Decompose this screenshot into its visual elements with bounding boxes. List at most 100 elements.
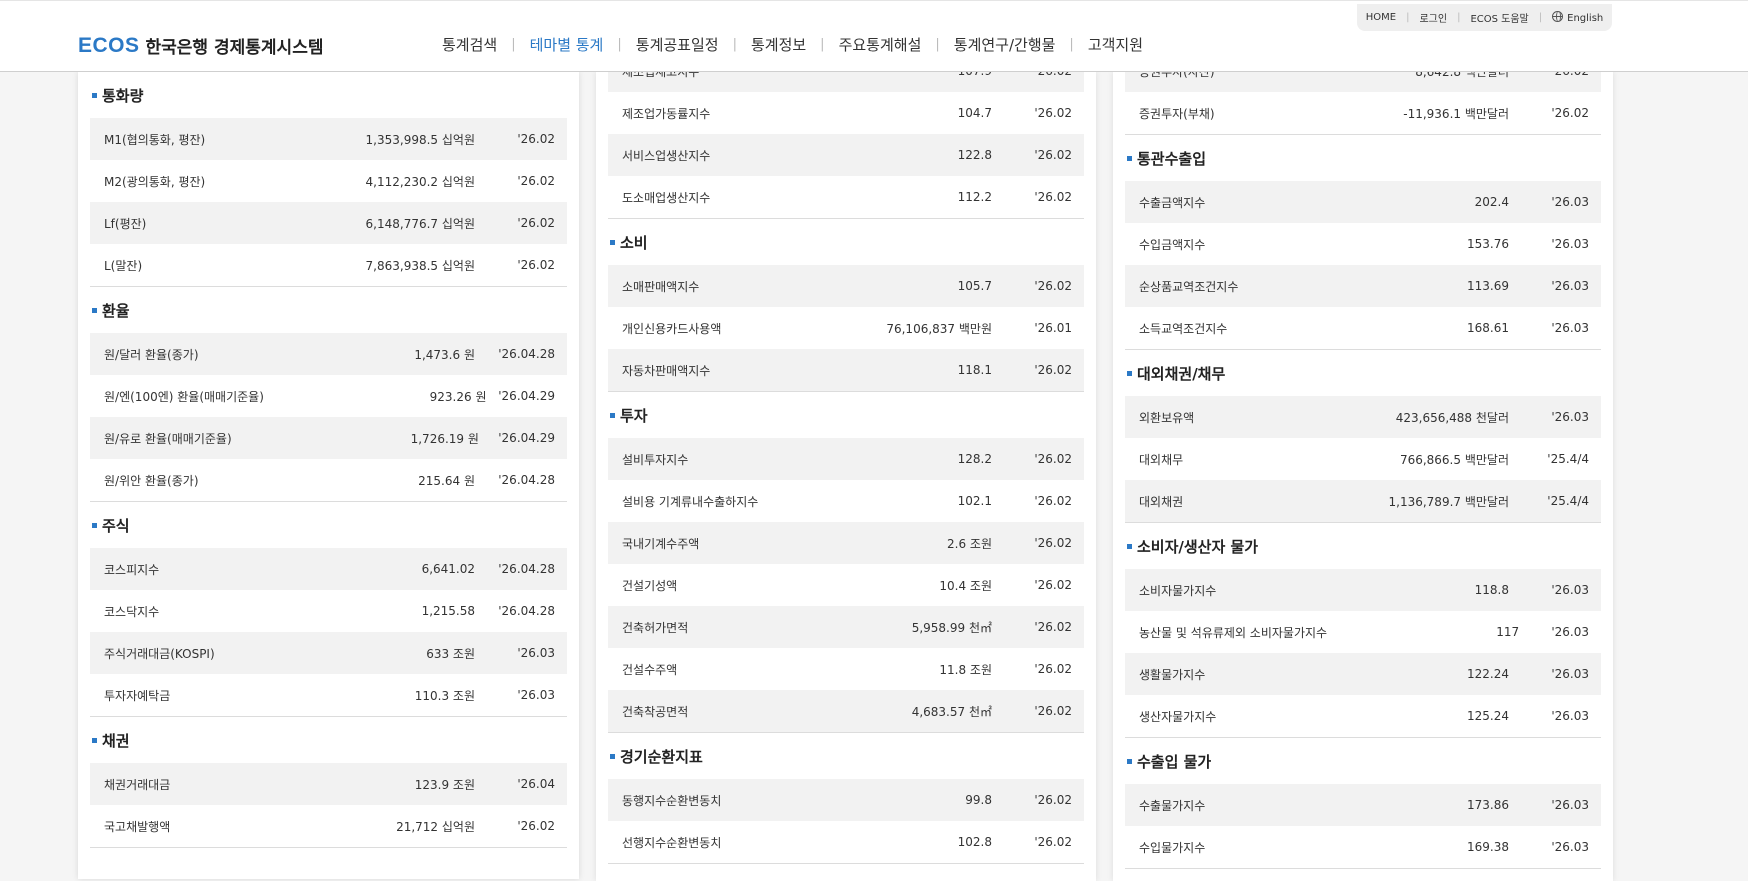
stat-section: 수출입 물가 수출물가지수 173.86 '26.03 수입물가지수 169.38 '26.… <box>1125 738 1601 869</box>
nav-item-theme-stats[interactable]: 테마별 통계 <box>530 34 604 55</box>
stat-date: '25.4/4 <box>1547 452 1589 466</box>
stat-name: 소득교역조건지수 <box>1139 321 1228 336</box>
stat-row[interactable]: 원/위안 환율(종가) 215.64 원 '26.04.28 <box>90 459 567 501</box>
stat-row[interactable]: 건축허가면적 5,958.99 천㎡ '26.02 <box>608 606 1084 648</box>
section-title: 채권 <box>90 717 567 763</box>
stat-row[interactable]: 자동차판매액지수 118.1 '26.02 <box>608 349 1084 391</box>
stat-row[interactable]: 수출금액지수 202.4 '26.03 <box>1125 181 1601 223</box>
stat-row[interactable]: 채권거래대금 123.9 조원 '26.04 <box>90 763 567 805</box>
stat-name: 농산물 및 석유류제외 소비자물가지수 <box>1139 625 1328 640</box>
section-title: 경기순환지표 <box>608 733 1084 779</box>
stat-row[interactable]: 수입금액지수 153.76 '26.03 <box>1125 223 1601 265</box>
stat-name: 원/엔(100엔) 환율(매매기준율) <box>104 389 264 404</box>
stat-row[interactable]: M2(광의통화, 평잔) 4,112,230.2 십억원 '26.02 <box>90 160 567 202</box>
stat-name: 설비용 기계류내수출하지수 <box>622 494 759 509</box>
nav-item-search[interactable]: 통계검색 <box>442 34 497 55</box>
stat-row[interactable]: 투자자예탁금 110.3 조원 '26.03 <box>90 674 567 716</box>
stat-date: '26.02 <box>517 258 555 272</box>
stat-row[interactable]: 외환보유액 423,656,488 천달러 '26.03 <box>1125 396 1601 438</box>
nav-item-research[interactable]: 통계연구/간행물 <box>954 34 1056 55</box>
stat-row[interactable]: 건설기성액 10.4 조원 '26.02 <box>608 564 1084 606</box>
stat-date: '26.02 <box>1034 835 1072 849</box>
nav-divider: | <box>1069 37 1074 52</box>
section-title-text: 통관수출입 <box>1137 149 1207 168</box>
stat-value: 122.8 <box>957 148 992 162</box>
stat-row[interactable]: 설비용 기계류내수출하지수 102.1 '26.02 <box>608 480 1084 522</box>
util-divider: | <box>1457 12 1461 23</box>
nav-item-support[interactable]: 고객지원 <box>1088 34 1143 55</box>
stat-section: 투자 설비투자지수 128.2 '26.02 설비용 기계류내수출하지수 102.1 '26… <box>608 392 1084 733</box>
stat-row[interactable]: 농산물 및 석유류제외 소비자물가지수 117 '26.03 <box>1125 611 1601 653</box>
stat-date: '26.02 <box>1034 620 1072 634</box>
stat-value: 1,215.58 <box>421 604 475 618</box>
stat-row[interactable]: 제조업가동률지수 104.7 '26.02 <box>608 92 1084 134</box>
stat-row[interactable]: 생산자물가지수 125.24 '26.03 <box>1125 695 1601 737</box>
stat-date: '26.04 <box>517 777 555 791</box>
stat-row[interactable]: 건설수주액 11.8 조원 '26.02 <box>608 648 1084 690</box>
nav-item-release-schedule[interactable]: 통계공표일정 <box>636 34 719 55</box>
stat-row[interactable]: 소매판매액지수 105.7 '26.02 <box>608 265 1084 307</box>
stat-value: 105.7 <box>957 279 992 293</box>
stat-row[interactable]: 수출물가지수 173.86 '26.03 <box>1125 784 1601 826</box>
stat-date: '26.03 <box>517 688 555 702</box>
stat-name: M2(광의통화, 평잔) <box>104 174 206 189</box>
stat-row[interactable]: 원/달러 환율(종가) 1,473.6 원 '26.04.28 <box>90 333 567 375</box>
stat-row[interactable]: 국내기계수주액 2.6 조원 '26.02 <box>608 522 1084 564</box>
stat-value: 215.64 원 <box>418 473 475 488</box>
stat-name: 개인신용카드사용액 <box>622 321 722 336</box>
stat-value: 6,148,776.7 십억원 <box>365 216 475 231</box>
stat-name: 원/위안 환율(종가) <box>104 473 199 488</box>
stat-row[interactable]: 설비투자지수 128.2 '26.02 <box>608 438 1084 480</box>
stat-section: 환율 원/달러 환율(종가) 1,473.6 원 '26.04.28 원/엔(100엔)… <box>90 287 567 502</box>
nav-item-stat-info[interactable]: 통계정보 <box>751 34 806 55</box>
stat-row[interactable]: 순상품교역조건지수 113.69 '26.03 <box>1125 265 1601 307</box>
stat-row[interactable]: 소비자물가지수 118.8 '26.03 <box>1125 569 1601 611</box>
stat-value: -11,936.1 백만달러 <box>1403 106 1509 121</box>
english-link[interactable]: English <box>1552 11 1603 24</box>
nav-item-commentary[interactable]: 주요통계해설 <box>839 34 922 55</box>
stat-name: 소비자물가지수 <box>1139 583 1217 598</box>
stat-row[interactable]: 원/유로 환율(매매기준율) 1,726.19 원 '26.04.29 <box>90 417 567 459</box>
stat-value: 99.8 <box>965 793 992 807</box>
stat-date: '26.03 <box>1551 195 1589 209</box>
square-bullet-icon <box>92 522 97 528</box>
square-bullet-icon <box>92 737 97 743</box>
stat-row[interactable]: L(말잔) 7,863,938.5 십억원 '26.02 <box>90 244 567 286</box>
stat-row[interactable]: 서비스업생산지수 122.8 '26.02 <box>608 134 1084 176</box>
stat-row[interactable]: 소득교역조건지수 168.61 '26.03 <box>1125 307 1601 349</box>
main-nav: 통계검색 | 테마별 통계 | 통계공표일정 | 통계정보 | 주요통계해설 |… <box>442 34 1143 55</box>
stat-row[interactable]: 주식거래대금(KOSPI) 633 조원 '26.03 <box>90 632 567 674</box>
stat-row[interactable]: 원/엔(100엔) 환율(매매기준율) 923.26 원 '26.04.29 <box>90 375 567 417</box>
stat-row[interactable]: 생활물가지수 122.24 '26.03 <box>1125 653 1601 695</box>
stat-row[interactable]: 수입물가지수 169.38 '26.03 <box>1125 826 1601 868</box>
home-link[interactable]: HOME <box>1366 12 1396 23</box>
stat-row[interactable]: 증권투자(부채) -11,936.1 백만달러 '26.02 <box>1125 92 1601 134</box>
stat-row[interactable]: M1(협의통화, 평잔) 1,353,998.5 십억원 '26.02 <box>90 118 567 160</box>
login-link[interactable]: 로그인 <box>1419 10 1447 25</box>
stat-row[interactable]: 건축착공면적 4,683.57 천㎡ '26.02 <box>608 690 1084 732</box>
stat-date: '26.02 <box>517 216 555 230</box>
stat-value: 122.24 <box>1467 667 1509 681</box>
stat-name: 채권거래대금 <box>104 777 171 792</box>
stat-row[interactable]: 선행지수순환변동치 102.8 '26.02 <box>608 821 1084 863</box>
stat-row[interactable]: 국고채발행액 21,712 십억원 '26.02 <box>90 805 567 847</box>
stat-value: 112.2 <box>957 190 992 204</box>
square-bullet-icon <box>610 412 615 418</box>
stat-row[interactable]: 개인신용카드사용액 76,106,837 백만원 '26.01 <box>608 307 1084 349</box>
square-bullet-icon <box>1127 758 1132 764</box>
stat-name: 건설기성액 <box>622 578 678 593</box>
help-link[interactable]: ECOS 도움말 <box>1470 10 1528 25</box>
stat-row[interactable]: 도소매업생산지수 112.2 '26.02 <box>608 176 1084 218</box>
nav-divider: | <box>820 37 825 52</box>
stat-row[interactable]: 코스피지수 6,641.02 '26.04.28 <box>90 548 567 590</box>
site-logo[interactable]: ECOS 한국은행 경제통계시스템 <box>78 33 323 59</box>
stat-date: '26.02 <box>1034 704 1072 718</box>
stat-row[interactable]: 동행지수순환변동치 99.8 '26.02 <box>608 779 1084 821</box>
stat-row[interactable]: 대외채무 766,866.5 백만달러 '25.4/4 <box>1125 438 1601 480</box>
stat-row[interactable]: 코스닥지수 1,215.58 '26.04.28 <box>90 590 567 632</box>
stat-row[interactable]: 대외채권 1,136,789.7 백만달러 '25.4/4 <box>1125 480 1601 522</box>
section-title-text: 환율 <box>102 301 130 320</box>
stat-row[interactable]: Lf(평잔) 6,148,776.7 십억원 '26.02 <box>90 202 567 244</box>
section-title: 통관수출입 <box>1125 135 1601 181</box>
stat-date: '26.02 <box>1034 452 1072 466</box>
